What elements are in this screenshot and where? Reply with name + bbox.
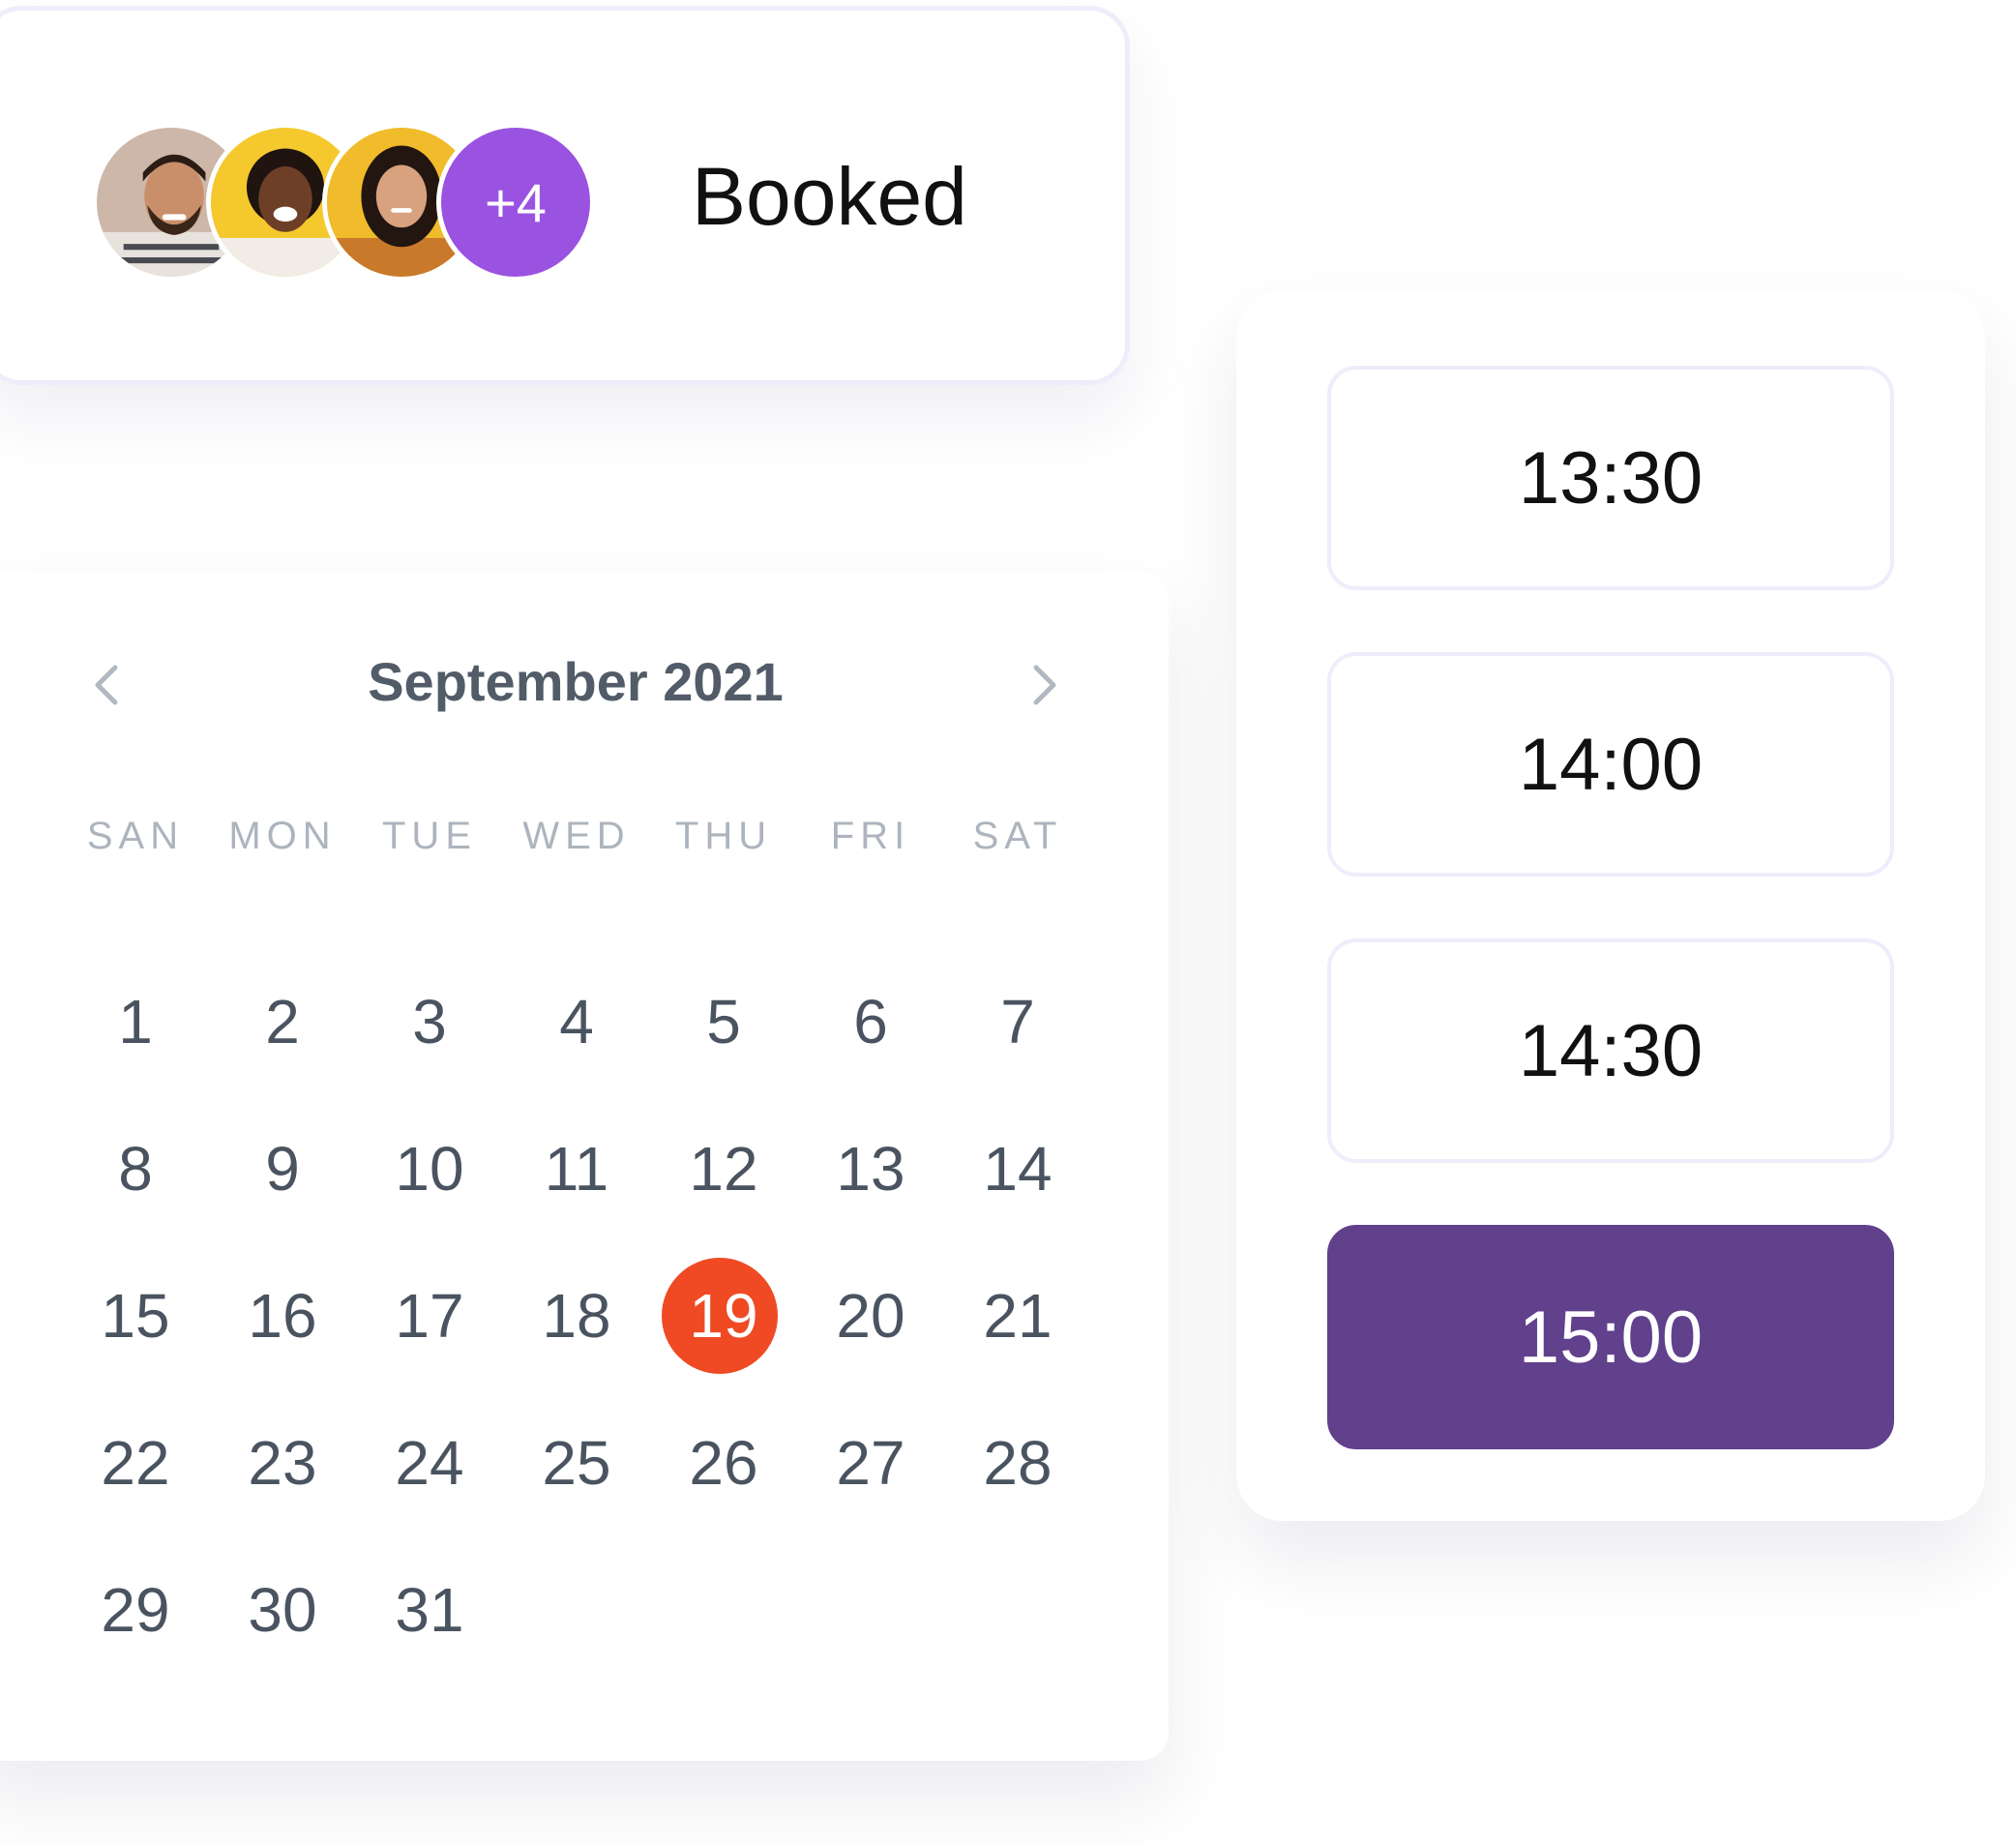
time-slot-button-selected[interactable]: 15:00 [1327,1225,1894,1449]
chevron-left-icon [92,664,121,711]
weekday-label: SAN [86,815,185,857]
calendar-day[interactable]: 12 [650,1111,797,1227]
calendar-day[interactable]: 6 [797,964,944,1080]
calendar-day[interactable]: 26 [650,1405,797,1521]
calendar-day[interactable]: 7 [944,964,1091,1080]
calendar-day[interactable]: 20 [797,1258,944,1374]
calendar-day[interactable]: 16 [209,1258,356,1374]
time-slot-button[interactable]: 14:30 [1327,938,1894,1163]
calendar-day[interactable]: 15 [62,1258,209,1374]
calendar-day[interactable]: 13 [797,1111,944,1227]
calendar-day[interactable]: 29 [62,1552,209,1668]
prev-month-button[interactable] [77,648,135,726]
weekday-label: FRI [830,815,911,857]
chevron-right-icon [1030,664,1059,711]
booked-status-label: Booked [692,151,967,242]
calendar-day[interactable]: 11 [503,1111,650,1227]
more-attendees-badge[interactable]: +4 [436,123,595,282]
calendar-day[interactable]: 23 [209,1405,356,1521]
calendar-day[interactable]: 2 [209,964,356,1080]
calendar-day[interactable]: 27 [797,1405,944,1521]
time-slot-button[interactable]: 13:30 [1327,366,1894,590]
calendar-day[interactable]: 3 [356,964,503,1080]
attendee-avatars: +4 [92,123,595,285]
weekday-label: TUE [382,815,477,857]
calendar-day[interactable]: 17 [356,1258,503,1374]
calendar-day[interactable]: 14 [944,1111,1091,1227]
calendar-day[interactable]: 30 [209,1552,356,1668]
calendar-day-selected[interactable]: 19 [650,1258,797,1374]
calendar-day[interactable]: 8 [62,1111,209,1227]
calendar-day[interactable]: 21 [944,1258,1091,1374]
selected-day-number: 19 [689,1281,758,1351]
month-title: September 2021 [368,651,784,712]
time-slot-button[interactable]: 14:00 [1327,652,1894,877]
weekday-label: SAT [972,815,1063,857]
calendar-day[interactable]: 24 [356,1405,503,1521]
weekday-header: SAN MON TUE WED THU FRI SAT [0,815,1161,863]
booked-card: +4 Booked [0,6,1130,385]
weekday-label: WED [522,815,631,857]
calendar-day[interactable]: 28 [944,1405,1091,1521]
calendar-day[interactable]: 10 [356,1111,503,1227]
calendar-day[interactable]: 1 [62,964,209,1080]
weekday-label: THU [674,815,773,857]
calendar-day[interactable]: 4 [503,964,650,1080]
next-month-button[interactable] [1016,648,1074,726]
calendar-day[interactable]: 25 [503,1405,650,1521]
calendar-day[interactable]: 22 [62,1405,209,1521]
calendar-day[interactable]: 5 [650,964,797,1080]
calendar-day[interactable]: 31 [356,1552,503,1668]
calendar-day[interactable]: 9 [209,1111,356,1227]
calendar-day[interactable]: 18 [503,1258,650,1374]
weekday-label: MON [228,815,337,857]
calendar-header: September 2021 [0,648,1141,726]
